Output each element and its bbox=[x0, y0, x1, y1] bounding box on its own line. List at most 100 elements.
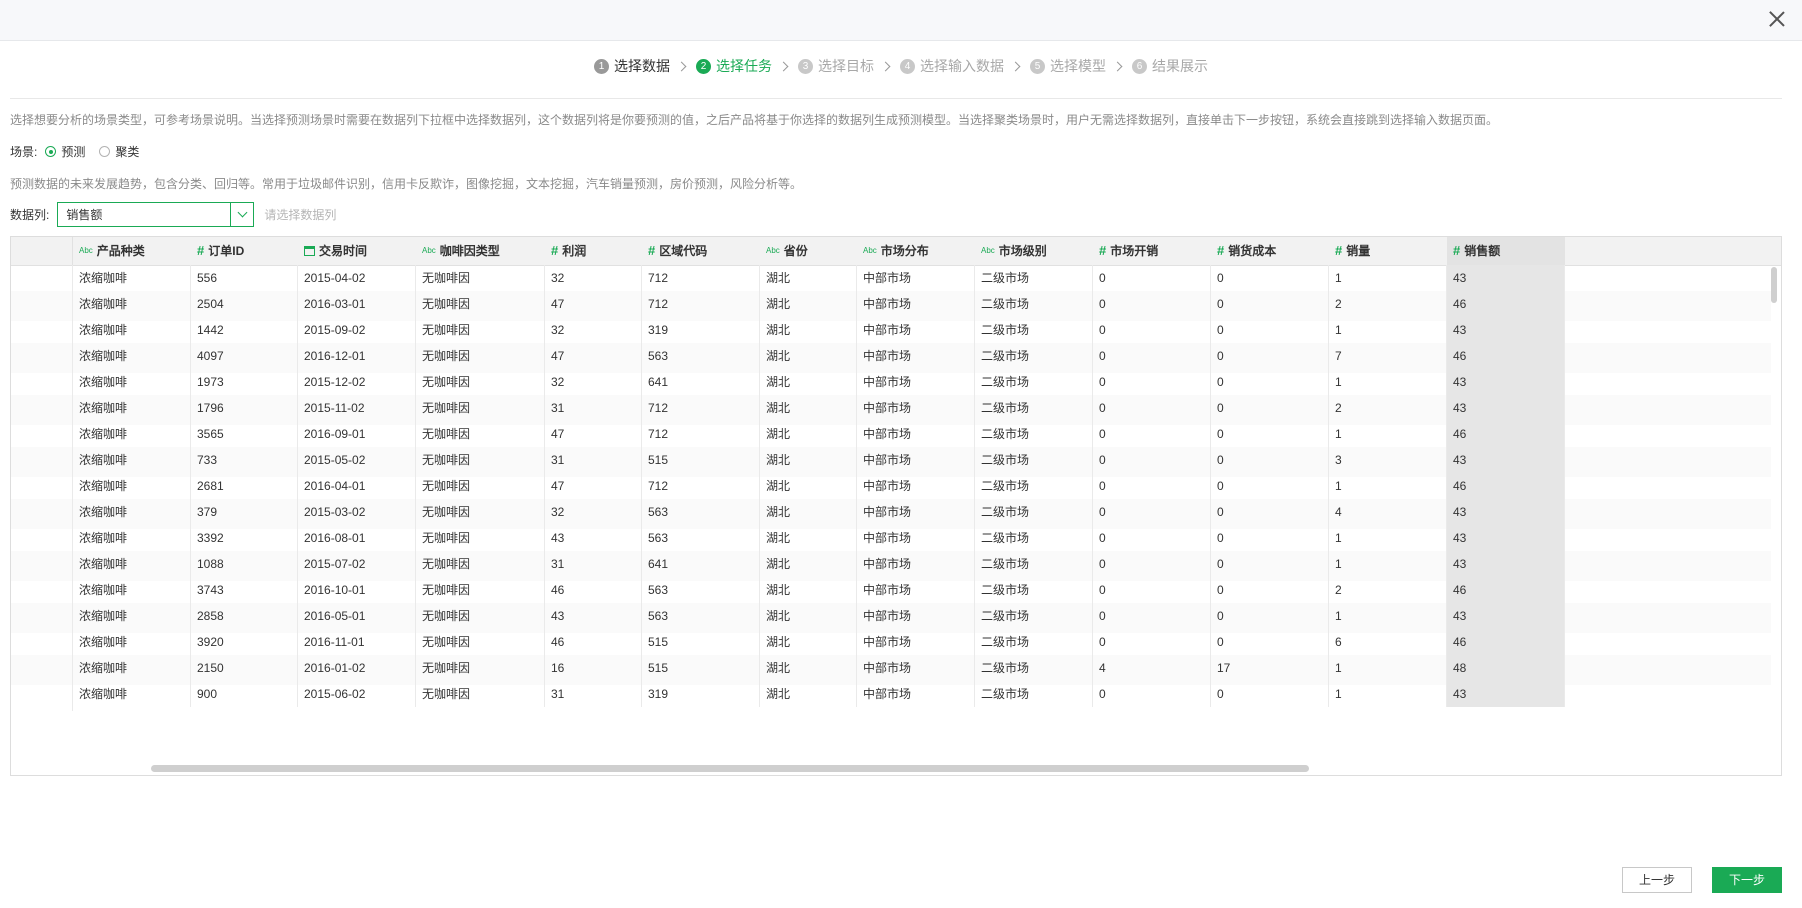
data-column-label: 数据列: bbox=[10, 208, 50, 222]
column-header[interactable]: # 销量 bbox=[1329, 237, 1447, 265]
table-cell: 浓缩咖啡 bbox=[73, 317, 191, 343]
column-header-label: 咖啡因类型 bbox=[439, 244, 500, 258]
table-cell: 中部市场 bbox=[857, 525, 975, 551]
table-cell: 1 bbox=[1329, 421, 1447, 447]
scene-selector: 场景: 预测 聚类 bbox=[10, 143, 139, 160]
table-cell: 0 bbox=[1211, 577, 1329, 603]
step-3: 3 选择目标 bbox=[798, 56, 874, 76]
table-body: 浓缩咖啡 556 2015-04-02 无咖啡因 32 712 湖北 中部市场 二级市场 0 0 1 4… bbox=[11, 265, 1771, 760]
vertical-scrollbar[interactable] bbox=[1771, 267, 1777, 303]
table-cell: 2016-10-01 bbox=[298, 577, 416, 603]
table-cell: 湖北 bbox=[760, 577, 857, 603]
column-header[interactable]: # 区域代码 bbox=[642, 237, 760, 265]
prev-button[interactable]: 上一步 bbox=[1622, 867, 1692, 893]
number-type-icon: # bbox=[1335, 243, 1343, 258]
chevron-down-icon[interactable] bbox=[230, 203, 253, 226]
table-cell: 二级市场 bbox=[975, 317, 1093, 343]
table-cell: 0 bbox=[1093, 499, 1211, 525]
table-cell: 湖北 bbox=[760, 551, 857, 577]
table-cell: 二级市场 bbox=[975, 343, 1093, 369]
table-cell: 二级市场 bbox=[975, 291, 1093, 317]
number-type-icon: # bbox=[1099, 243, 1107, 258]
table-cell: 中部市场 bbox=[857, 551, 975, 577]
column-header-label: 市场分布 bbox=[880, 244, 929, 258]
table-cell: 湖北 bbox=[760, 421, 857, 447]
table-cell: 48 bbox=[1447, 655, 1565, 681]
next-button[interactable]: 下一步 bbox=[1712, 867, 1782, 893]
column-header[interactable]: 交易时间 bbox=[298, 237, 416, 265]
radio-cluster[interactable] bbox=[99, 146, 111, 157]
table-cell: 319 bbox=[642, 317, 760, 343]
step-label: 选择任务 bbox=[716, 58, 772, 74]
table-cell: 7 bbox=[1329, 343, 1447, 369]
table-cell: 2 bbox=[1329, 395, 1447, 421]
radio-predict-label[interactable]: 预测 bbox=[61, 143, 85, 160]
step-label: 选择目标 bbox=[818, 58, 874, 74]
table-cell: 0 bbox=[1211, 369, 1329, 395]
table-cell: 湖北 bbox=[760, 525, 857, 551]
data-column-select[interactable]: 销售额 bbox=[57, 202, 255, 227]
column-header-label: 销售额 bbox=[1464, 244, 1501, 258]
number-type-icon: # bbox=[551, 243, 559, 258]
step-number: 3 bbox=[798, 58, 813, 74]
radio-predict[interactable] bbox=[45, 146, 57, 157]
table-cell: 0 bbox=[1211, 681, 1329, 707]
table-cell: 1796 bbox=[191, 395, 298, 421]
table-cell: 47 bbox=[545, 343, 642, 369]
column-header[interactable]: Abc 省份 bbox=[760, 237, 857, 265]
table-cell: 浓缩咖啡 bbox=[73, 629, 191, 655]
table-cell: 0 bbox=[1093, 629, 1211, 655]
table-cell: 712 bbox=[642, 265, 760, 291]
column-header[interactable]: Abc 市场分布 bbox=[857, 237, 975, 265]
table-cell: 二级市场 bbox=[975, 577, 1093, 603]
task-description: 选择想要分析的场景类型，可参考场景说明。当选择预测场景时需要在数据列下拉框中选择… bbox=[10, 113, 1499, 127]
table-cell: 1 bbox=[1329, 525, 1447, 551]
table-cell: 湖北 bbox=[760, 499, 857, 525]
table-cell: 湖北 bbox=[760, 291, 857, 317]
column-header[interactable]: # 订单ID bbox=[191, 237, 298, 265]
table-cell: 46 bbox=[1447, 629, 1565, 655]
table-cell: 46 bbox=[545, 577, 642, 603]
table-cell: 0 bbox=[1211, 473, 1329, 499]
column-header[interactable]: # 利润 bbox=[545, 237, 642, 265]
column-header-label: 省份 bbox=[783, 244, 808, 258]
table-cell: 中部市场 bbox=[857, 343, 975, 369]
table-cell: 43 bbox=[1447, 447, 1565, 473]
table-row[interactable]: 浓缩咖啡 900 2015-06-02 无咖啡因 31 319 湖北 中部市场 二级市场 0 0 1 4… bbox=[11, 681, 1771, 711]
table-cell: 1088 bbox=[191, 551, 298, 577]
table-cell: 二级市场 bbox=[975, 265, 1093, 291]
column-header-label: 市场级别 bbox=[998, 244, 1047, 258]
table-cell: 32 bbox=[545, 499, 642, 525]
table-cell: 中部市场 bbox=[857, 317, 975, 343]
table-cell: 515 bbox=[642, 629, 760, 655]
radio-cluster-label[interactable]: 聚类 bbox=[115, 143, 139, 160]
table-cell: 无咖啡因 bbox=[416, 681, 545, 707]
table-cell: 733 bbox=[191, 447, 298, 473]
table-cell: 中部市场 bbox=[857, 681, 975, 707]
table-cell: 0 bbox=[1211, 629, 1329, 655]
column-header[interactable]: Abc 市场级别 bbox=[975, 237, 1093, 265]
table-cell: 1973 bbox=[191, 369, 298, 395]
close-icon[interactable] bbox=[1766, 8, 1788, 30]
table-cell: 43 bbox=[1447, 525, 1565, 551]
column-header[interactable]: # 市场开销 bbox=[1093, 237, 1211, 265]
number-type-icon: # bbox=[1217, 243, 1225, 258]
table-cell: 43 bbox=[1447, 681, 1565, 707]
table-cell: 0 bbox=[1211, 265, 1329, 291]
table-cell: 无咖啡因 bbox=[416, 369, 545, 395]
column-header[interactable]: # 销货成本 bbox=[1211, 237, 1329, 265]
table-cell: 0 bbox=[1093, 421, 1211, 447]
calendar-icon bbox=[304, 246, 315, 256]
table-cell: 0 bbox=[1211, 551, 1329, 577]
table-cell: 湖北 bbox=[760, 655, 857, 681]
table-cell: 二级市场 bbox=[975, 447, 1093, 473]
column-header[interactable]: # 销售额 bbox=[1447, 237, 1565, 265]
column-header-label: 订单ID bbox=[208, 244, 245, 258]
column-header[interactable]: Abc 产品种类 bbox=[73, 237, 191, 265]
horizontal-scrollbar[interactable] bbox=[151, 765, 1309, 772]
table-cell: 浓缩咖啡 bbox=[73, 291, 191, 317]
table-cell: 2015-11-02 bbox=[298, 395, 416, 421]
step-5: 5 选择模型 bbox=[1030, 56, 1106, 76]
chevron-right-icon bbox=[1112, 61, 1123, 71]
column-header[interactable]: Abc 咖啡因类型 bbox=[416, 237, 545, 265]
